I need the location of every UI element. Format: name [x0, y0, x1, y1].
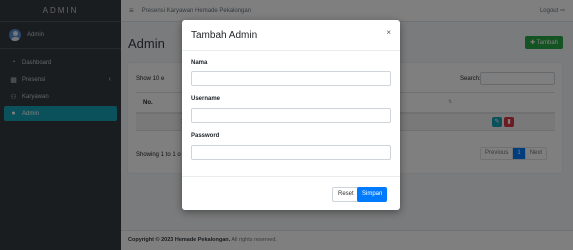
- save-button[interactable]: Simpan: [357, 187, 388, 202]
- close-icon[interactable]: ×: [386, 28, 391, 37]
- reset-button[interactable]: Reset: [332, 187, 360, 202]
- username-field[interactable]: [191, 108, 391, 123]
- modal-footer: Reset Simpan: [182, 176, 400, 210]
- password-field[interactable]: [191, 145, 391, 160]
- add-admin-modal: Tambah Admin × Nama Username Password Re…: [182, 20, 400, 210]
- nama-field[interactable]: [191, 71, 391, 86]
- modal-header: Tambah Admin ×: [182, 20, 400, 51]
- modal-title: Tambah Admin: [191, 30, 258, 41]
- username-label: Username: [191, 96, 221, 102]
- password-label: Password: [191, 133, 220, 139]
- nama-label: Nama: [191, 60, 208, 66]
